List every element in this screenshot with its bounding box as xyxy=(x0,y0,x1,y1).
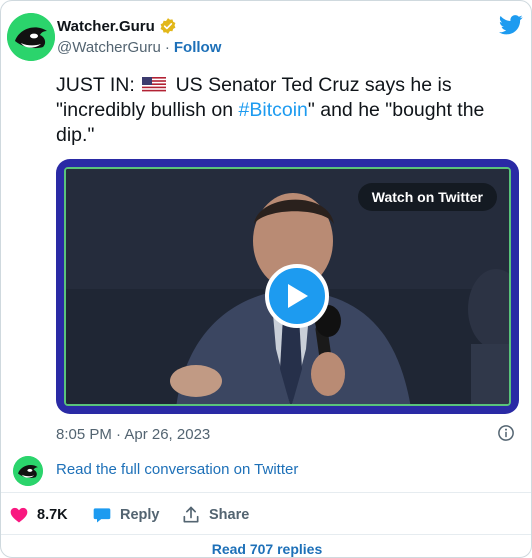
read-full-conversation-link[interactable]: Read the full conversation on Twitter xyxy=(56,461,298,478)
share-icon xyxy=(183,506,199,523)
watch-on-twitter-button[interactable]: Watch on Twitter xyxy=(357,183,497,211)
info-icon[interactable] xyxy=(497,424,515,442)
verified-badge-icon xyxy=(160,18,176,34)
tweet-timestamp[interactable]: 8:05 PM · Apr 26, 2023 xyxy=(56,426,210,443)
heart-icon xyxy=(10,507,28,523)
reply-bubble-icon xyxy=(93,508,111,523)
us-flag-icon xyxy=(142,77,167,93)
twitter-bird-icon[interactable] xyxy=(499,15,523,35)
divider xyxy=(1,492,531,493)
media-frame[interactable]: Watch on Twitter xyxy=(56,159,519,414)
handle-row: @WatcherGuru · Follow xyxy=(57,39,221,56)
separator-dot: · xyxy=(164,39,170,56)
orca-logo-icon xyxy=(7,13,55,61)
tweet-text: JUST IN: US Senator Ted Cruz says he is … xyxy=(56,73,526,148)
tweet-text-prefix: JUST IN: xyxy=(56,74,141,96)
account-name[interactable]: Watcher.Guru xyxy=(57,18,155,35)
play-icon xyxy=(288,284,308,308)
hashtag-link[interactable]: #Bitcoin xyxy=(239,99,308,121)
tweet-card: Watcher.Guru @WatcherGuru · Follow JUST … xyxy=(0,0,532,558)
account-name-row: Watcher.Guru xyxy=(57,17,177,35)
like-count: 8.7K xyxy=(37,507,68,523)
like-button[interactable]: 8.7K xyxy=(9,505,68,525)
avatar[interactable] xyxy=(7,13,55,61)
play-button[interactable] xyxy=(265,264,329,328)
share-button[interactable]: Share xyxy=(181,505,249,525)
read-replies-button[interactable]: Read 707 replies xyxy=(1,541,531,557)
action-bar: 8.7K Reply Share xyxy=(1,502,531,528)
orca-logo-icon xyxy=(13,456,43,486)
video-thumbnail[interactable]: Watch on Twitter xyxy=(64,167,511,406)
reply-button[interactable]: Reply xyxy=(92,505,160,525)
small-avatar[interactable] xyxy=(13,456,43,486)
reply-label: Reply xyxy=(120,507,160,523)
divider xyxy=(1,534,531,535)
account-handle[interactable]: @WatcherGuru xyxy=(57,39,161,56)
follow-button[interactable]: Follow xyxy=(174,39,222,56)
share-label: Share xyxy=(209,507,250,523)
